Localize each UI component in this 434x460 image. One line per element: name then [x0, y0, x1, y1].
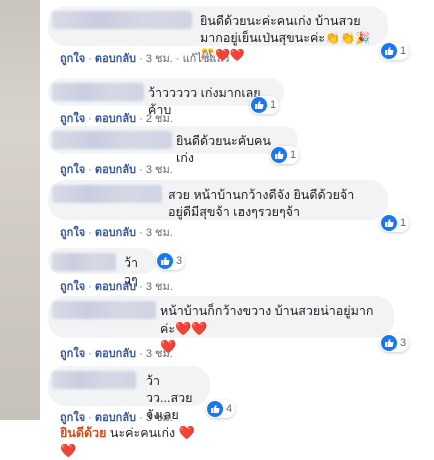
like-thumb-icon — [157, 253, 173, 269]
comment-3: ยินดีด้วยนะคับคนเก่ง 1 ถูกใจ · ตอบกลับ ·… — [48, 126, 300, 178]
comment-bubble: สวย หน้าบ้านกว้างดีจัง ยินดีด้วยจ้า อยู่… — [48, 180, 388, 220]
commenter-name-redacted — [52, 185, 162, 203]
like-thumb-icon — [381, 43, 397, 59]
reaction-badge[interactable]: 4 — [206, 400, 236, 418]
commenter-name-redacted — [52, 131, 172, 149]
comment-bubble: ว้าวๆ — [48, 248, 156, 287]
reaction-badge[interactable]: 1 — [380, 214, 410, 232]
reaction-badge[interactable]: 3 — [156, 252, 186, 270]
reaction-badge[interactable]: 1 — [250, 96, 280, 114]
commenter-name-redacted — [52, 371, 136, 389]
reaction-badge[interactable]: 1 — [380, 42, 410, 60]
commenter-name-redacted — [52, 301, 156, 319]
comment-text-tail: นะค่ะคนเก่ง — [106, 426, 179, 440]
comment-text: ยินดีด้วยนะคับคนเก่ง — [176, 134, 271, 165]
comment-6: หน้าบ้านก็กว้างขวาง บ้านสวยน่าอยู่มากค่ะ… — [48, 296, 410, 362]
reaction-badge[interactable]: 1 — [270, 146, 300, 164]
comment-bubble: ยินดีด้วยนะคับคนเก่ง — [48, 126, 298, 165]
commenter-name-redacted — [52, 83, 144, 101]
comment-4: สวย หน้าบ้านกว้างดีจัง ยินดีด้วยจ้า อยู่… — [48, 180, 410, 241]
like-thumb-icon — [381, 215, 397, 231]
commenter-name-redacted — [52, 11, 192, 29]
comment-7: ว้าวว...สวยจังเลย ยินดีด้วย นะค่ะคนเก่ง … — [48, 366, 236, 458]
comment-bubble: ว้าววววว เก่งมากเลยค้าบ — [48, 78, 284, 117]
heart-emoji: ❤️ — [160, 339, 177, 354]
highlighted-text[interactable]: ยินดีด้วย — [60, 426, 106, 440]
reaction-count: 1 — [290, 149, 297, 161]
comment-2: ว้าววววว เก่งมากเลยค้าบ 1 ถูกใจ · ตอบกลั… — [48, 78, 284, 127]
like-thumb-icon — [251, 97, 267, 113]
comment-bubble: ยินดีด้วยนะค่ะคนเก่ง บ้านสวยมากอยู่เย็นเ… — [48, 6, 388, 62]
comment-text: ว้าวว...สวยจังเลย — [146, 374, 193, 422]
reply-link[interactable]: ตอบกลับ — [95, 227, 136, 239]
comment-text: ว้าววววว เก่งมากเลยค้าบ — [148, 86, 261, 117]
comment-bubble: หน้าบ้านก็กว้างขวาง บ้านสวยน่าอยู่มากค่ะ… — [48, 296, 394, 354]
reaction-count: 3 — [176, 255, 183, 267]
comment-actions: ถูกใจ · ตอบกลับ · 3 ชม. — [60, 227, 173, 239]
like-thumb-icon — [207, 401, 223, 417]
reaction-count: 1 — [270, 99, 277, 111]
heart-emoji: ❤️❤️ — [175, 321, 208, 336]
reaction-count: 4 — [226, 403, 233, 415]
reaction-count: 1 — [400, 45, 407, 57]
like-thumb-icon — [271, 147, 287, 163]
comment-bubble: ว้าวว...สวยจังเลย ยินดีด้วย นะค่ะคนเก่ง … — [48, 366, 210, 458]
comment-time[interactable]: 3 ชม. — [146, 281, 173, 293]
comment-1: ยินดีด้วยนะค่ะคนเก่ง บ้านสวยมากอยู่เย็นเ… — [48, 6, 410, 67]
reaction-count: 1 — [400, 217, 407, 229]
reaction-badge[interactable]: 3 — [380, 334, 410, 352]
comment-text: สวย หน้าบ้านกว้างดีจัง ยินดีด้วยจ้า อยู่… — [168, 188, 358, 219]
blurred-sidebar-image — [0, 0, 40, 420]
like-thumb-icon — [381, 335, 397, 351]
commenter-name-redacted — [52, 253, 116, 271]
reaction-count: 3 — [400, 337, 407, 349]
comment-text: ว้าวๆ — [124, 256, 139, 287]
like-link[interactable]: ถูกใจ — [60, 227, 85, 239]
comment-time[interactable]: 3 ชม. — [146, 227, 173, 239]
comment-5: ว้าวๆ 3 ถูกใจ · ตอบกลับ · 3 ชม. — [48, 248, 186, 295]
